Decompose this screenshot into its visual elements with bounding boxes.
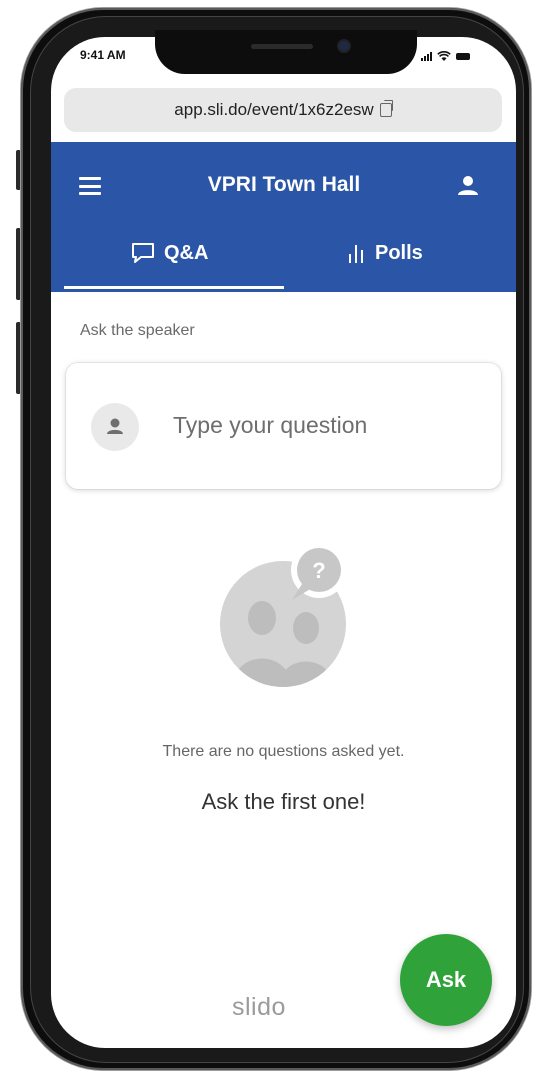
- phone-notch: [155, 30, 417, 74]
- tab-polls-label: Polls: [375, 241, 423, 264]
- question-input-placeholder[interactable]: Type your question: [173, 412, 367, 439]
- tab-qa-label: Q&A: [164, 241, 209, 264]
- tab-polls[interactable]: Polls: [347, 236, 423, 270]
- app-header: [51, 142, 516, 292]
- svg-text:?: ?: [312, 558, 325, 583]
- status-icons: [421, 49, 493, 63]
- browser-url-bar[interactable]: app.sli.do/event/1x6z2esw: [64, 88, 502, 132]
- tab-qa[interactable]: Q&A: [130, 236, 208, 270]
- chat-icon: [132, 243, 154, 263]
- slido-logo: slido: [232, 993, 286, 1021]
- battery-icon: [456, 52, 470, 60]
- user-avatar-icon: [107, 418, 123, 434]
- menu-icon[interactable]: [79, 177, 101, 195]
- empty-state-cta: Ask the first one!: [201, 789, 366, 814]
- empty-questions-illustration: ?: [220, 548, 347, 687]
- avatar: [91, 403, 139, 451]
- front-camera: [339, 41, 349, 51]
- empty-state-message: There are no questions asked yet.: [162, 743, 405, 760]
- status-time: 9:41 AM: [80, 48, 126, 62]
- ask-button[interactable]: Ask: [400, 934, 492, 1026]
- wifi-icon: [437, 50, 451, 61]
- user-icon[interactable]: [456, 173, 480, 197]
- polls-icon: [349, 245, 363, 263]
- section-label: Ask the speaker: [80, 322, 195, 339]
- copy-icon[interactable]: [379, 100, 393, 117]
- signal-icon: [421, 51, 432, 61]
- speaker-grille: [251, 44, 313, 49]
- url-text: app.sli.do/event/1x6z2esw: [174, 100, 374, 119]
- event-title: VPRI Town Hall: [207, 173, 361, 196]
- active-tab-indicator: [64, 286, 284, 289]
